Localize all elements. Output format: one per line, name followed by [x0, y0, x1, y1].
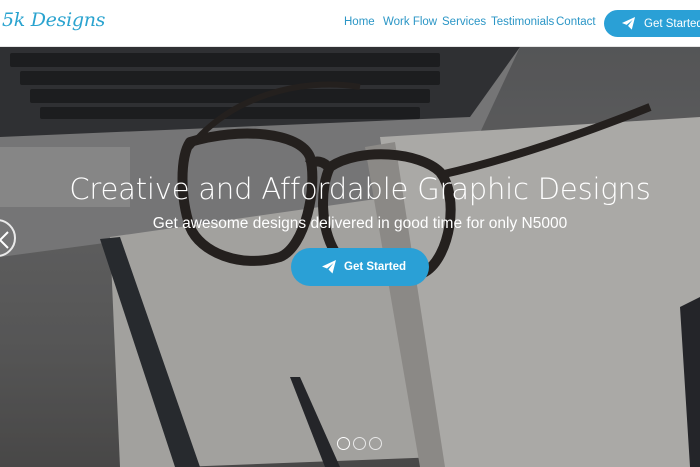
slider-dot-1[interactable]	[337, 437, 350, 450]
header-get-started-label: Get Started	[644, 17, 700, 30]
header-get-started-button[interactable]: Get Started	[604, 10, 700, 37]
site-header: 5k Designs Home Work Flow Services Testi…	[0, 0, 700, 47]
slider-dot-2[interactable]	[353, 437, 366, 450]
nav-contact[interactable]: Contact	[556, 16, 596, 28]
hero-get-started-label: Get Started	[344, 261, 406, 273]
paper-plane-icon	[322, 260, 336, 274]
slider-dot-3[interactable]	[369, 437, 382, 450]
nav-services[interactable]: Services	[442, 16, 486, 28]
hero-get-started-button[interactable]: Get Started	[291, 248, 429, 286]
nav-work-flow[interactable]: Work Flow	[383, 16, 437, 28]
hero-slider: Creative and Affordable Graphic Designs …	[0, 47, 700, 467]
nav-home[interactable]: Home	[344, 16, 375, 28]
hero-subtitle: Get awesome designs delivered in good ti…	[152, 215, 568, 232]
slider-indicators	[337, 437, 382, 450]
logo[interactable]: 5k Designs	[2, 9, 105, 31]
paper-plane-icon	[621, 16, 636, 30]
nav-testimonials[interactable]: Testimonials	[491, 16, 554, 28]
chevron-left-icon	[0, 231, 9, 249]
hero-title: Creative and Affordable Graphic Designs	[69, 172, 651, 206]
